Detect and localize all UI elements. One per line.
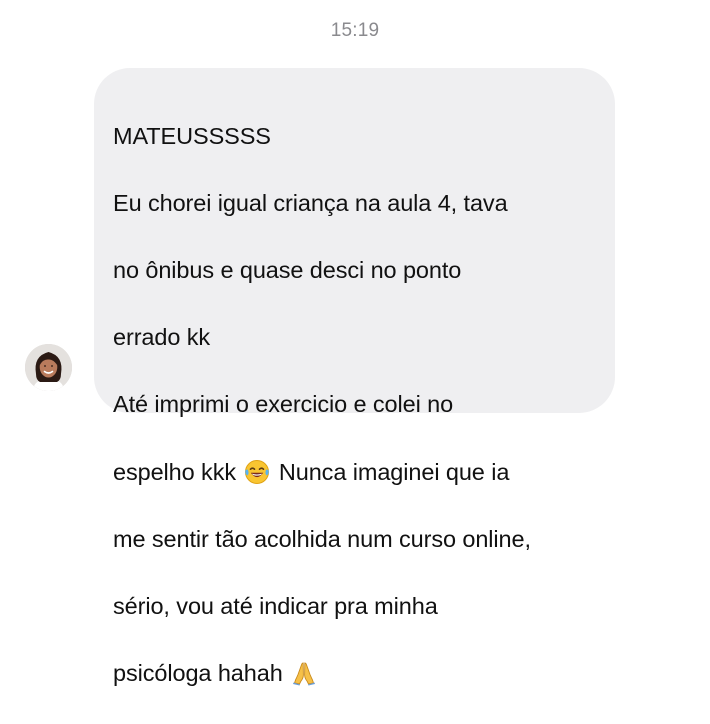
message-fragment: espelho kkk [113, 458, 236, 485]
message-fragment: Nunca imaginei que ia [272, 458, 510, 485]
message-line: MATEUSSSSS [113, 122, 271, 149]
message-bubble[interactable]: MATEUSSSSS Eu chorei igual criança na au… [94, 68, 615, 686]
message-text: MATEUSSSSS Eu chorei igual criança na au… [113, 86, 599, 724]
message-line: me sentir tão acolhida num curso online, [113, 525, 531, 552]
folded-hands-emoji-icon [291, 660, 317, 686]
message-line: sério, vou até indicar pra minha [113, 592, 438, 619]
avatar-icon [25, 344, 72, 391]
message-line-with-emoji: espelho kkk Nunca imaginei que ia [113, 456, 599, 490]
laughing-tears-emoji-icon [244, 459, 270, 485]
message-line: no ônibus e quase desci no ponto [113, 256, 462, 283]
message-line: Eu chorei igual criança na aula 4, tava [113, 189, 508, 216]
message-line: errado kk [113, 324, 211, 351]
message-line: Até imprimi o exercicio e colei no [113, 391, 454, 418]
message-line-with-emoji: psicóloga hahah [113, 657, 599, 691]
contact-avatar[interactable] [25, 344, 72, 391]
message-timestamp: 15:19 [330, 20, 380, 41]
message-fragment: psicóloga hahah [113, 660, 283, 687]
